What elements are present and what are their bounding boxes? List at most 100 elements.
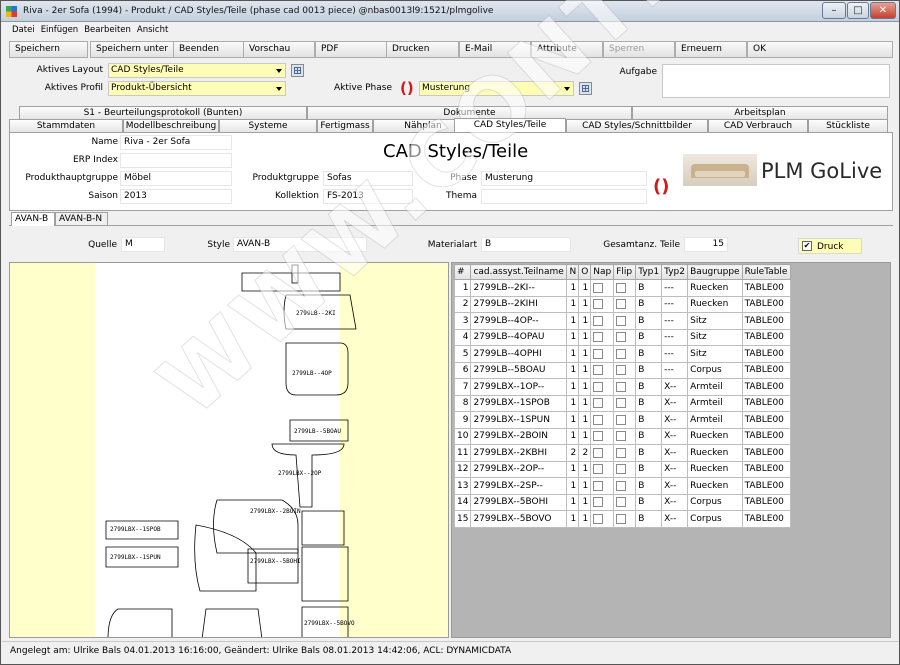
nap-checkbox[interactable]: [593, 348, 604, 359]
nap-checkbox[interactable]: [593, 464, 604, 474]
table-row[interactable]: 1 2799LB--2KI-- 1 1 B --- Ruecken TABLE00: [453, 279, 791, 297]
table-row[interactable]: 13 2799LBX--2SP-- 1 1 B X-- Ruecken TABLE00: [453, 477, 791, 495]
subtab-avan-b[interactable]: AVAN-B: [11, 212, 55, 226]
kollektion-field[interactable]: FS-2013: [323, 189, 413, 204]
save-as-button[interactable]: Speichern unter: [90, 41, 175, 58]
erp-index-field[interactable]: [120, 153, 232, 168]
column-header[interactable]: Typ2: [661, 264, 689, 280]
tab-modellbeschreibung[interactable]: Modellbeschreibung: [123, 119, 219, 132]
name-field[interactable]: Riva - 2er Sofa: [120, 135, 232, 150]
column-header[interactable]: Baugruppe: [687, 264, 743, 280]
flip-checkbox[interactable]: [616, 381, 627, 392]
flip-checkbox[interactable]: [616, 480, 627, 491]
table-row[interactable]: 12 2799LBX--2OP-- 1 1 B X-- Ruecken TABLE00: [453, 460, 791, 478]
nap-checkbox[interactable]: [593, 480, 604, 491]
flip-checkbox[interactable]: [616, 315, 627, 326]
exit-button[interactable]: Beenden: [173, 41, 245, 58]
table-row[interactable]: 9 2799LBX--1SPUN 1 1 B X-- Armteil TABLE00: [453, 411, 791, 429]
menu-bearbeiten[interactable]: Bearbeiten: [81, 23, 134, 37]
nap-checkbox[interactable]: [593, 414, 604, 425]
column-header[interactable]: #: [453, 264, 472, 280]
flip-checkbox[interactable]: [616, 431, 627, 441]
menu-ansicht[interactable]: Ansicht: [134, 23, 171, 37]
subtab-avan-b-n[interactable]: AVAN-B-N: [55, 212, 108, 226]
flip-checkbox[interactable]: [616, 348, 627, 359]
style-field[interactable]: AVAN-B: [233, 237, 367, 252]
produktgruppe-field[interactable]: Sofas: [323, 171, 413, 186]
flip-checkbox[interactable]: [616, 513, 627, 524]
table-row[interactable]: 6 2799LB--5BOAU 1 1 B --- Corpus TABLE00: [453, 361, 791, 379]
column-header[interactable]: cad.assyst.Teilname: [470, 264, 568, 280]
tab-arbeitsplan[interactable]: Arbeitsplan: [632, 106, 888, 119]
tab-stammdaten[interactable]: Stammdaten: [9, 119, 123, 132]
materialart-field[interactable]: B: [481, 237, 571, 252]
table-row[interactable]: 7 2799LBX--1OP-- 1 1 B X-- Armteil TABLE00: [453, 378, 791, 396]
table-row[interactable]: 14 2799LBX--5BOHI 1 1 B X-- Corpus TABLE00: [453, 493, 791, 511]
thema-field[interactable]: [481, 189, 647, 204]
refresh-phase-icon[interactable]: (): [400, 81, 414, 96]
flip-checkbox[interactable]: [616, 365, 627, 375]
active-profile-select[interactable]: Produkt-Übersicht: [108, 81, 286, 96]
minimize-button[interactable]: –: [822, 2, 846, 19]
flip-checkbox[interactable]: [616, 414, 627, 425]
maximize-button[interactable]: □: [847, 2, 869, 19]
nap-checkbox[interactable]: [593, 398, 604, 408]
print-button[interactable]: Drucken: [386, 41, 459, 58]
phase-field[interactable]: Musterung: [481, 171, 647, 186]
menu-einfuegen[interactable]: Einfügen: [38, 23, 82, 37]
table-row[interactable]: 11 2799LBX--2KBHI 2 2 B X-- Ruecken TABLE00: [453, 444, 791, 462]
calendar-icon[interactable]: [291, 64, 304, 77]
tab-beurteilungsprotokoll[interactable]: S1 - Beurteilungsprotokoll (Bunten): [19, 106, 307, 119]
table-row[interactable]: 5 2799LB--4OPHI 1 1 B --- Sitz TABLE00: [453, 345, 791, 363]
nap-checkbox[interactable]: [593, 497, 604, 507]
close-button[interactable]: ✕: [870, 2, 896, 19]
table-row[interactable]: 10 2799LBX--2BOIN 1 1 B X-- Ruecken TABLE00: [453, 427, 791, 445]
title-bar[interactable]: Riva - 2er Sofa (1994) - Produkt / CAD S…: [1, 1, 899, 22]
flip-checkbox[interactable]: [616, 299, 627, 309]
table-row[interactable]: 4 2799LB--4OPAU 1 1 B --- Sitz TABLE00: [453, 328, 791, 346]
column-header[interactable]: N: [566, 264, 580, 280]
table-row[interactable]: 2 2799LB--2KIHI 1 1 B --- Ruecken TABLE00: [453, 295, 791, 313]
refresh-icon[interactable]: (): [653, 178, 669, 196]
nap-checkbox[interactable]: [593, 315, 604, 326]
nap-checkbox[interactable]: [593, 365, 604, 375]
preview-button[interactable]: Vorschau: [243, 41, 315, 58]
table-row[interactable]: 3 2799LB--4OP-- 1 1 B --- Sitz TABLE00: [453, 312, 791, 330]
save-button[interactable]: Speichern: [9, 41, 88, 58]
flip-checkbox[interactable]: [616, 332, 627, 342]
column-header[interactable]: Typ1: [635, 264, 663, 280]
nap-checkbox[interactable]: [593, 431, 604, 441]
druck-checkbox[interactable]: ✔ Druck: [798, 238, 862, 254]
produkthauptgruppe-field[interactable]: Möbel: [120, 171, 232, 186]
flip-checkbox[interactable]: [616, 282, 627, 293]
ok-button[interactable]: OK: [747, 41, 893, 58]
tab-cad-styles-teile[interactable]: CAD Styles/Teile: [454, 118, 566, 132]
nap-checkbox[interactable]: [593, 513, 604, 524]
pattern-preview[interactable]: 2799LB--2KI 2799LB--4OP 2799LB--5BOAU 27…: [9, 262, 449, 638]
active-phase-select[interactable]: Musterung: [419, 81, 574, 96]
pdf-button[interactable]: PDF: [315, 41, 388, 58]
attribute-button[interactable]: Attribute: [531, 41, 603, 58]
column-header[interactable]: Flip: [613, 264, 637, 280]
nap-checkbox[interactable]: [593, 447, 604, 458]
task-field[interactable]: [662, 64, 890, 98]
flip-checkbox[interactable]: [616, 497, 627, 507]
saison-field[interactable]: 2013: [120, 189, 232, 204]
gesamtanz-field[interactable]: 15: [684, 237, 728, 252]
active-layout-select[interactable]: CAD Styles/Teile: [108, 63, 286, 78]
tab-stueckliste[interactable]: Stückliste: [808, 119, 888, 132]
calendar-icon[interactable]: [579, 82, 592, 95]
column-header[interactable]: RuleTable: [741, 264, 791, 280]
nap-checkbox[interactable]: [593, 381, 604, 392]
nap-checkbox[interactable]: [593, 332, 604, 342]
menu-datei[interactable]: Datei: [9, 23, 38, 37]
table-row[interactable]: 8 2799LBX--1SPOB 1 1 B X-- Armteil TABLE00: [453, 394, 791, 412]
tab-cad-styles-schnittbilder[interactable]: CAD Styles/Schnittbilder: [566, 119, 708, 132]
table-row[interactable]: 15 2799LBX--5BOVO 1 1 B X-- Corpus TABLE00: [453, 510, 791, 528]
column-header[interactable]: Nap: [590, 264, 615, 280]
flip-checkbox[interactable]: [616, 398, 627, 408]
email-button[interactable]: E-Mail: [459, 41, 531, 58]
flip-checkbox[interactable]: [616, 447, 627, 458]
tab-fertigmass[interactable]: Fertigmass: [317, 119, 373, 132]
refresh-button[interactable]: Erneuern: [675, 41, 747, 58]
